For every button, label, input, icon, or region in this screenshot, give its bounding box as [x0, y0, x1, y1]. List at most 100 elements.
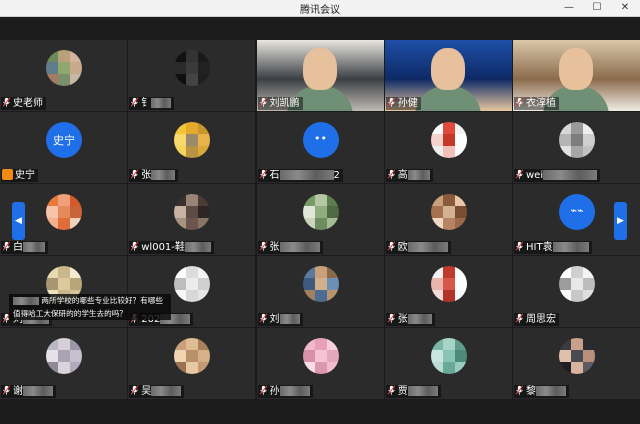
- microphone-muted-icon: [515, 241, 524, 251]
- avatar-pixel: [198, 134, 211, 146]
- avatar-pixel: [46, 362, 58, 374]
- avatar-text: 史宁: [53, 134, 75, 147]
- avatar-pixel: [46, 206, 58, 218]
- avatar-pixel: [186, 362, 199, 374]
- avatar-image: [559, 266, 595, 302]
- avatar: [302, 194, 339, 230]
- avatar-pixel: [442, 290, 455, 302]
- avatar-pixel: [198, 206, 211, 218]
- close-button[interactable]: ✕: [612, 0, 638, 16]
- avatar-pixel: [174, 50, 187, 62]
- participant-tile[interactable]: 孙健: [384, 40, 512, 111]
- avatar-pixel: [198, 278, 211, 290]
- avatar-pixel: [174, 362, 187, 374]
- avatar-pixel: [186, 350, 199, 362]
- avatar-pixel: [186, 278, 199, 290]
- avatar-pixel: [326, 350, 339, 362]
- participant-name: 孙: [257, 385, 313, 398]
- avatar-pixel: [302, 278, 315, 290]
- avatar-pixel: [314, 278, 327, 290]
- participant-tile[interactable]: wl001-鞋: [128, 184, 256, 255]
- avatar-pixel: [430, 134, 443, 146]
- avatar-pixel: [559, 134, 571, 146]
- avatar-pixel: [186, 194, 199, 206]
- participant-tile[interactable]: 谢: [0, 328, 127, 399]
- name-redaction: [552, 242, 589, 252]
- avatar-image: [430, 338, 467, 374]
- avatar-pixel: [430, 122, 443, 134]
- participant-name: 刘: [257, 313, 303, 326]
- avatar-pixel: [58, 362, 70, 374]
- participant-tile[interactable]: 高: [384, 112, 512, 183]
- avatar-pixel: [326, 362, 339, 374]
- avatar-pixel: [583, 134, 595, 146]
- avatar-pixel: [58, 62, 70, 74]
- avatar-pixel: [583, 350, 595, 362]
- participant-name-text: wei: [526, 170, 544, 181]
- participant-tile[interactable]: 钅: [128, 40, 256, 111]
- participant-name-text: 孙: [269, 386, 280, 397]
- avatar-pixel: [571, 266, 583, 278]
- avatar: [174, 194, 211, 230]
- avatar-pixel: [326, 266, 339, 278]
- participant-tile[interactable]: 张: [128, 112, 256, 183]
- avatar-pixel: [58, 206, 70, 218]
- avatar-pixel: [174, 350, 187, 362]
- avatar: [302, 266, 339, 302]
- participant-tile[interactable]: 刘: [256, 256, 384, 327]
- avatar-pixel: [559, 146, 571, 158]
- avatar-pixel: [430, 206, 443, 218]
- participant-tile[interactable]: 史老师: [0, 40, 127, 111]
- participant-name-text: 张: [269, 242, 280, 253]
- avatar-pixel: [454, 206, 467, 218]
- title-bar: 腾讯会议 — ☐ ✕: [0, 0, 640, 17]
- avatar-pixel: [302, 290, 315, 302]
- avatar-pixel: [70, 278, 82, 290]
- participant-name: 石2: [257, 169, 343, 182]
- avatar-pixel: [314, 218, 327, 230]
- participant-name-text: 刘凯鹏: [269, 98, 300, 109]
- avatar-pixel: [314, 362, 327, 374]
- participant-tile[interactable]: 吴: [128, 328, 256, 399]
- avatar-pixel: [454, 146, 467, 158]
- next-page-button[interactable]: ▶: [614, 202, 627, 240]
- participant-name-text: 史宁: [15, 170, 35, 181]
- participant-tile[interactable]: wei: [513, 112, 640, 183]
- participant-name-text: 衣淳植: [526, 98, 556, 109]
- microphone-muted-icon: [387, 241, 396, 251]
- avatar-pixel: [559, 350, 571, 362]
- participant-tile[interactable]: 张: [256, 184, 384, 255]
- avatar-pixel: [174, 266, 187, 278]
- avatar-pixel: [430, 146, 443, 158]
- participant-tile[interactable]: 衣淳植: [513, 40, 640, 111]
- participant-tile[interactable]: 欧: [384, 184, 512, 255]
- participant-tile[interactable]: 周思宏: [513, 256, 640, 327]
- participant-name: wl001-鞋: [129, 241, 214, 254]
- participant-tile[interactable]: 刘凯鹏: [256, 40, 384, 111]
- name-redaction: [407, 386, 438, 396]
- participant-tile[interactable]: 史宁 史宁: [0, 112, 127, 183]
- participant-tile[interactable]: 黎: [513, 328, 640, 399]
- previous-page-button[interactable]: ◀: [12, 202, 25, 240]
- avatar: [174, 50, 211, 86]
- participant-tile[interactable]: 孙: [256, 328, 384, 399]
- participant-tile[interactable]: 张: [384, 256, 512, 327]
- microphone-muted-icon: [515, 97, 524, 107]
- participant-tile[interactable]: •• 石 2: [256, 112, 384, 183]
- avatar-pixel: [430, 266, 443, 278]
- microphone-muted-icon: [515, 313, 524, 323]
- participant-name: 欧: [385, 241, 451, 254]
- participant-tile[interactable]: 贾: [384, 328, 512, 399]
- maximize-button[interactable]: ☐: [584, 0, 610, 16]
- avatar-pixel: [430, 218, 443, 230]
- participant-name-text: 高: [397, 170, 408, 181]
- avatar-pixel: [571, 290, 583, 302]
- avatar: [559, 338, 595, 374]
- avatar-pixel: [326, 338, 339, 350]
- video-person: [559, 48, 593, 90]
- chat-bubble: 两所学校的哪些专业比较好？有哪些值得哈工大保研的的学生去的吗？: [9, 294, 171, 320]
- avatar-pixel: [314, 290, 327, 302]
- avatar-pixel: [70, 50, 82, 62]
- minimize-button[interactable]: —: [556, 0, 582, 16]
- avatar-pixel: [58, 74, 70, 86]
